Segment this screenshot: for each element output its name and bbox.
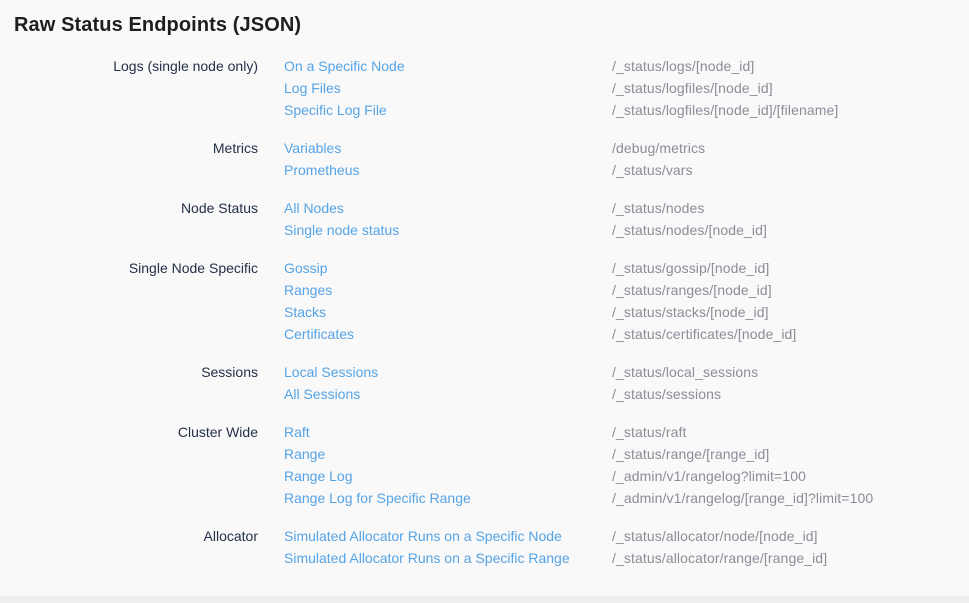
endpoint-link[interactable]: Range Log [284, 465, 612, 487]
endpoint-link[interactable]: Simulated Allocator Runs on a Specific N… [284, 525, 612, 547]
endpoint-row: Simulated Allocator Runs on a Specific N… [284, 525, 969, 547]
endpoint-rows: Simulated Allocator Runs on a Specific N… [284, 525, 969, 569]
endpoint-url: /_status/nodes [612, 197, 969, 219]
endpoint-row: Stacks /_status/stacks/[node_id] [284, 301, 969, 323]
endpoint-url: /_status/logs/[node_id] [612, 55, 969, 77]
endpoint-url: /_status/range/[range_id] [612, 443, 969, 465]
endpoint-row: All Nodes /_status/nodes [284, 197, 969, 219]
endpoint-url: /_status/allocator/node/[node_id] [612, 525, 969, 547]
endpoint-row: All Sessions /_status/sessions [284, 383, 969, 405]
endpoint-row: Ranges /_status/ranges/[node_id] [284, 279, 969, 301]
endpoint-row: Local Sessions /_status/local_sessions [284, 361, 969, 383]
endpoint-row: Range Log for Specific Range /_admin/v1/… [284, 487, 969, 509]
endpoint-group: Node Status All Nodes /_status/nodes Sin… [14, 197, 969, 241]
endpoint-link[interactable]: Log Files [284, 77, 612, 99]
endpoint-url: /_status/nodes/[node_id] [612, 219, 969, 241]
endpoint-row: Simulated Allocator Runs on a Specific R… [284, 547, 969, 569]
category-label: Cluster Wide [14, 421, 258, 443]
endpoint-link[interactable]: Ranges [284, 279, 612, 301]
endpoint-row: Single node status /_status/nodes/[node_… [284, 219, 969, 241]
endpoint-row: Range Log /_admin/v1/rangelog?limit=100 [284, 465, 969, 487]
endpoint-rows: Variables /debug/metrics Prometheus /_st… [284, 137, 969, 181]
endpoint-rows: Raft /_status/raft Range /_status/range/… [284, 421, 969, 509]
category-label: Metrics [14, 137, 258, 159]
category-label: Single Node Specific [14, 257, 258, 279]
endpoint-url: /_status/local_sessions [612, 361, 969, 383]
endpoint-row: Gossip /_status/gossip/[node_id] [284, 257, 969, 279]
endpoint-url: /_status/allocator/range/[range_id] [612, 547, 969, 569]
endpoint-link[interactable]: On a Specific Node [284, 55, 612, 77]
endpoint-group: Sessions Local Sessions /_status/local_s… [14, 361, 969, 405]
endpoint-group: Metrics Variables /debug/metrics Prometh… [14, 137, 969, 181]
endpoint-row: On a Specific Node /_status/logs/[node_i… [284, 55, 969, 77]
endpoint-group: Single Node Specific Gossip /_status/gos… [14, 257, 969, 345]
endpoint-link[interactable]: Stacks [284, 301, 612, 323]
endpoint-row: Variables /debug/metrics [284, 137, 969, 159]
endpoint-group: Allocator Simulated Allocator Runs on a … [14, 525, 969, 569]
endpoint-link[interactable]: Raft [284, 421, 612, 443]
category-label: Node Status [14, 197, 258, 219]
endpoint-url: /_status/stacks/[node_id] [612, 301, 969, 323]
endpoint-groups: Logs (single node only) On a Specific No… [14, 55, 969, 569]
endpoint-link[interactable]: Specific Log File [284, 99, 612, 121]
endpoint-url: /_status/gossip/[node_id] [612, 257, 969, 279]
category-label: Logs (single node only) [14, 55, 258, 77]
endpoint-link[interactable]: All Sessions [284, 383, 612, 405]
bottom-section-divider [0, 596, 969, 603]
endpoint-group: Logs (single node only) On a Specific No… [14, 55, 969, 121]
endpoint-link[interactable]: Certificates [284, 323, 612, 345]
endpoint-link[interactable]: Range Log for Specific Range [284, 487, 612, 509]
endpoint-row: Log Files /_status/logfiles/[node_id] [284, 77, 969, 99]
endpoint-url: /_status/logfiles/[node_id] [612, 77, 969, 99]
endpoint-url: /_admin/v1/rangelog/[range_id]?limit=100 [612, 487, 969, 509]
endpoint-rows: Local Sessions /_status/local_sessions A… [284, 361, 969, 405]
endpoint-link[interactable]: Simulated Allocator Runs on a Specific R… [284, 547, 612, 569]
endpoint-rows: On a Specific Node /_status/logs/[node_i… [284, 55, 969, 121]
endpoint-link[interactable]: Range [284, 443, 612, 465]
endpoint-row: Range /_status/range/[range_id] [284, 443, 969, 465]
endpoint-url: /_status/certificates/[node_id] [612, 323, 969, 345]
endpoint-url: /_status/sessions [612, 383, 969, 405]
category-label: Sessions [14, 361, 258, 383]
endpoint-row: Prometheus /_status/vars [284, 159, 969, 181]
endpoint-url: /_status/logfiles/[node_id]/[filename] [612, 99, 969, 121]
endpoint-rows: All Nodes /_status/nodes Single node sta… [284, 197, 969, 241]
endpoint-group: Cluster Wide Raft /_status/raft Range /_… [14, 421, 969, 509]
category-label: Allocator [14, 525, 258, 547]
debug-endpoints-page: Raw Status Endpoints (JSON) Logs (single… [0, 0, 969, 603]
endpoint-link[interactable]: Gossip [284, 257, 612, 279]
endpoint-url: /_admin/v1/rangelog?limit=100 [612, 465, 969, 487]
endpoint-row: Certificates /_status/certificates/[node… [284, 323, 969, 345]
endpoint-link[interactable]: All Nodes [284, 197, 612, 219]
endpoint-link[interactable]: Local Sessions [284, 361, 612, 383]
endpoint-url: /_status/ranges/[node_id] [612, 279, 969, 301]
endpoint-url: /debug/metrics [612, 137, 969, 159]
endpoint-rows: Gossip /_status/gossip/[node_id] Ranges … [284, 257, 969, 345]
endpoint-link[interactable]: Prometheus [284, 159, 612, 181]
endpoint-row: Raft /_status/raft [284, 421, 969, 443]
endpoint-url: /_status/raft [612, 421, 969, 443]
page-title: Raw Status Endpoints (JSON) [14, 12, 969, 38]
endpoint-row: Specific Log File /_status/logfiles/[nod… [284, 99, 969, 121]
endpoint-link[interactable]: Variables [284, 137, 612, 159]
endpoint-url: /_status/vars [612, 159, 969, 181]
endpoint-link[interactable]: Single node status [284, 219, 612, 241]
